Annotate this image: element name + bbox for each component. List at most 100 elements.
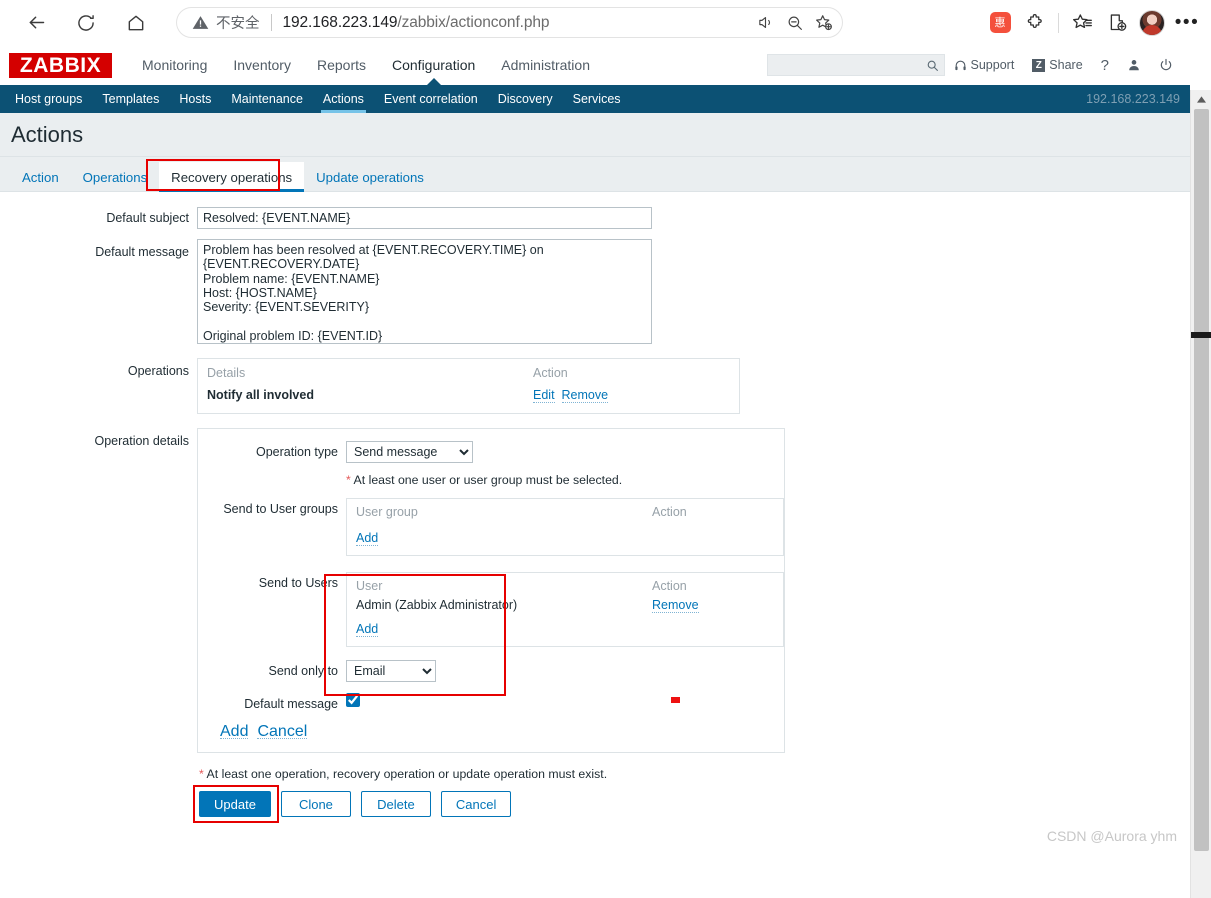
operation-remove-link[interactable]: Remove xyxy=(561,389,609,403)
submenu-item-host-groups[interactable]: Host groups xyxy=(5,85,92,113)
send-only-to-row: Send only to - All - Email SMS Jabber xyxy=(198,660,784,682)
user-groups-add-link[interactable]: Add xyxy=(356,532,379,546)
submenu-item-event-correlation[interactable]: Event correlation xyxy=(374,85,488,113)
submenu-item-maintenance[interactable]: Maintenance xyxy=(221,85,313,113)
operation-type-row: Operation type Send message Remote comma… xyxy=(198,441,784,463)
menu-item-administration[interactable]: Administration xyxy=(488,45,603,85)
operations-label: Operations xyxy=(127,364,189,378)
signout-link[interactable] xyxy=(1150,58,1182,72)
browser-settings-more-button[interactable]: ••• xyxy=(1171,7,1203,39)
user-profile-link[interactable] xyxy=(1118,58,1150,72)
scrollbar-thumb[interactable] xyxy=(1194,109,1209,851)
users-action-cell: Remove xyxy=(643,597,783,614)
users-add-empty-cell xyxy=(643,614,783,646)
recovery-operations-form: Default subject Default message Problem … xyxy=(0,192,1190,823)
operation-action-cell: Edit Remove xyxy=(524,385,739,413)
users-add-link[interactable]: Add xyxy=(356,623,379,637)
update-button-wrapper: Update xyxy=(193,785,279,823)
footer-required-text: At least one operation, recovery operati… xyxy=(206,767,608,781)
menu-item-reports[interactable]: Reports xyxy=(304,45,379,85)
users-col-user: User xyxy=(356,579,383,593)
scrollbar-up-arrow-icon[interactable] xyxy=(1191,90,1211,109)
url-host: 192.168.223.149 xyxy=(282,13,398,31)
read-aloud-icon[interactable] xyxy=(752,9,779,36)
extensions-puzzle-icon[interactable] xyxy=(1019,7,1051,39)
submenu-bar: Host groups Templates Hosts Maintenance … xyxy=(0,85,1190,113)
support-link[interactable]: Support xyxy=(945,58,1024,72)
tab-operations[interactable]: Operations xyxy=(71,162,160,192)
zabbix-header: ZABBIX Monitoring Inventory Reports Conf… xyxy=(0,45,1190,85)
default-subject-input[interactable] xyxy=(197,207,652,229)
send-only-to-select[interactable]: - All - Email SMS Jabber xyxy=(346,660,436,682)
home-icon[interactable] xyxy=(118,5,154,41)
send-to-users-label: Send to Users xyxy=(258,576,338,590)
form-button-row: Update Clone Delete Cancel xyxy=(0,785,1190,823)
submenu-item-templates[interactable]: Templates xyxy=(92,85,169,113)
power-icon xyxy=(1159,58,1173,72)
default-subject-row: Default subject xyxy=(0,207,1190,229)
default-message-textarea[interactable]: Problem has been resolved at {EVENT.RECO… xyxy=(197,239,652,344)
default-message-label: Default message xyxy=(95,245,189,259)
submenu-item-discovery[interactable]: Discovery xyxy=(488,85,563,113)
add-favorite-star-icon[interactable] xyxy=(810,9,837,36)
submenu-item-hosts[interactable]: Hosts xyxy=(169,85,221,113)
zabbix-logo[interactable]: ZABBIX xyxy=(9,52,112,78)
operation-add-cancel-row: Add Cancel xyxy=(198,715,784,740)
reload-icon[interactable] xyxy=(68,5,104,41)
operation-add-link[interactable]: Add xyxy=(220,724,249,740)
red-marker-dot xyxy=(671,697,680,703)
operation-edit-link[interactable]: Edit xyxy=(533,389,555,403)
required-note-row: * At least one user or user group must b… xyxy=(198,463,784,498)
operation-type-select[interactable]: Send message Remote command xyxy=(346,441,473,463)
cancel-button[interactable]: Cancel xyxy=(440,791,512,817)
operation-type-label: Operation type xyxy=(256,445,338,459)
menu-item-monitoring[interactable]: Monitoring xyxy=(129,45,220,85)
user-groups-col-group: User group xyxy=(356,505,418,519)
profile-avatar[interactable] xyxy=(1136,7,1168,39)
update-button[interactable]: Update xyxy=(199,791,271,817)
share-link[interactable]: Z Share xyxy=(1023,58,1091,72)
extension-badge-button[interactable]: 惠 xyxy=(984,7,1016,39)
user-icon xyxy=(1127,58,1141,72)
search-icon[interactable] xyxy=(926,59,939,72)
search-input[interactable] xyxy=(772,57,926,73)
submenu-item-services[interactable]: Services xyxy=(563,85,631,113)
user-groups-empty-action-cell xyxy=(643,523,783,555)
default-message-checkbox[interactable] xyxy=(346,693,360,707)
operation-details-cell: Notify all involved xyxy=(207,388,314,402)
footer-required-note: * At least one operation, recovery opera… xyxy=(0,767,1190,781)
warning-triangle-icon[interactable] xyxy=(192,14,209,31)
user-remove-link[interactable]: Remove xyxy=(652,599,699,613)
header-right-tools: Support Z Share ? xyxy=(766,45,1182,85)
operation-details-row: Operation details Operation type Send me… xyxy=(0,428,1190,753)
zabbix-page: ZABBIX Monitoring Inventory Reports Conf… xyxy=(0,45,1190,853)
submenu-item-actions[interactable]: Actions xyxy=(313,85,374,113)
delete-button[interactable]: Delete xyxy=(360,791,431,817)
menu-item-inventory[interactable]: Inventory xyxy=(220,45,304,85)
collections-icon[interactable] xyxy=(1101,7,1133,39)
table-row: Add xyxy=(347,523,783,555)
clone-button[interactable]: Clone xyxy=(280,791,351,817)
back-arrow-icon[interactable] xyxy=(18,5,54,41)
omnibox-actions xyxy=(752,7,837,38)
menu-item-configuration[interactable]: Configuration xyxy=(379,45,488,85)
default-message-checkbox-label: Default message xyxy=(244,697,338,711)
global-search-box[interactable] xyxy=(766,54,945,76)
operation-cancel-link[interactable]: Cancel xyxy=(257,724,308,740)
browser-toolbar-right: 惠 ••• xyxy=(984,0,1203,45)
table-row: Notify all involved Edit Remove xyxy=(198,385,739,413)
zoom-out-icon[interactable] xyxy=(781,9,808,36)
users-name-cell: Admin (Zabbix Administrator) xyxy=(356,598,518,612)
browser-toolbar: 不安全 192.168.223.149/zabbix/actionconf.ph… xyxy=(0,0,1211,45)
page-scrollbar[interactable] xyxy=(1190,90,1211,898)
favorites-star-list-icon[interactable] xyxy=(1066,7,1098,39)
tab-action[interactable]: Action xyxy=(10,162,71,192)
send-to-users-row: Send to Users User Action Admin (Zabbix … xyxy=(198,572,784,647)
address-bar[interactable]: 不安全 192.168.223.149/zabbix/actionconf.ph… xyxy=(176,7,843,38)
operation-details-label: Operation details xyxy=(94,434,189,448)
tab-update-operations[interactable]: Update operations xyxy=(304,162,436,192)
help-link[interactable]: ? xyxy=(1092,57,1118,74)
tab-recovery-operations[interactable]: Recovery operations xyxy=(159,162,305,192)
users-add-cell: Add xyxy=(347,614,643,646)
user-groups-col-action: Action xyxy=(652,505,687,519)
